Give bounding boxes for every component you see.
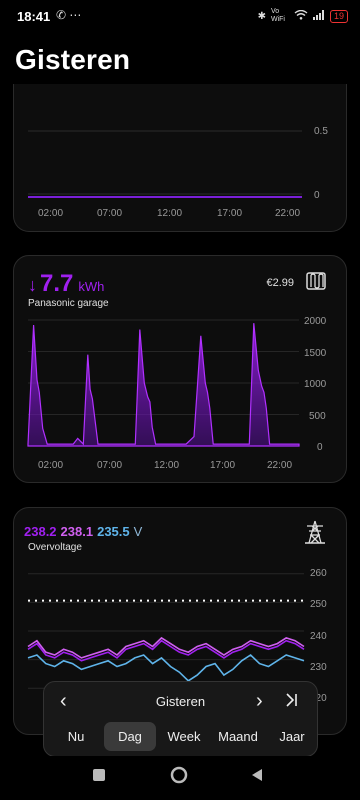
page-title: Gisteren bbox=[15, 44, 131, 75]
x-tick: 02:00 bbox=[38, 208, 63, 219]
chart-top: 0.5 0 02:00 07:00 12:00 17:00 22:00 bbox=[28, 126, 328, 219]
wifi-icon bbox=[294, 9, 308, 23]
vowifi-label: Vo WiFi bbox=[270, 8, 285, 23]
back-icon[interactable] bbox=[250, 768, 264, 787]
status-icons: ✱ Vo WiFi 19 bbox=[258, 8, 348, 24]
x-tick: 07:00 bbox=[97, 208, 122, 219]
y-tick: 500 bbox=[309, 411, 326, 422]
y-tick: 0.5 bbox=[314, 126, 328, 137]
tab-nu[interactable]: Nu bbox=[50, 722, 102, 751]
x-tick: 17:00 bbox=[217, 208, 242, 219]
tab-week[interactable]: Week bbox=[158, 722, 210, 751]
recents-icon[interactable] bbox=[92, 768, 106, 787]
x-tick: 07:00 bbox=[97, 460, 122, 471]
y-tick: 2000 bbox=[304, 316, 327, 327]
home-icon[interactable] bbox=[170, 766, 188, 789]
power-chart: 2000 1500 1000 500 0 02:00 07:00 12:00 1… bbox=[27, 316, 327, 471]
y-tick: 260 bbox=[310, 568, 327, 579]
y-tick: 1000 bbox=[304, 379, 327, 390]
whatsapp-icon: ✆ ⋯ bbox=[56, 8, 82, 22]
y-tick: 250 bbox=[310, 599, 327, 610]
y-tick: 0 bbox=[317, 442, 323, 453]
tab-dag[interactable]: Dag bbox=[104, 722, 156, 751]
x-tick: 17:00 bbox=[210, 460, 235, 471]
energy-card-top[interactable]: 0.5 0 02:00 07:00 12:00 17:00 22:00 bbox=[13, 84, 347, 232]
date-range-selector: ‹ Gisteren › Nu Dag Week Maand Jaar bbox=[43, 681, 318, 757]
bluetooth-icon: ✱ bbox=[257, 10, 266, 22]
period-tabs: Nu Dag Week Maand Jaar bbox=[50, 722, 318, 751]
next-period-button[interactable]: › bbox=[256, 690, 263, 713]
x-tick: 12:00 bbox=[157, 208, 182, 219]
period-title: Gisteren bbox=[155, 694, 206, 709]
voltage-series-3 bbox=[27, 653, 305, 682]
y-tick: 1500 bbox=[304, 348, 327, 359]
x-tick: 22:00 bbox=[267, 460, 292, 471]
y-tick: 230 bbox=[310, 662, 327, 673]
power-area-series bbox=[27, 323, 300, 447]
x-tick: 22:00 bbox=[275, 208, 300, 219]
x-tick: 02:00 bbox=[38, 460, 63, 471]
y-tick: 0 bbox=[314, 190, 320, 201]
signal-icon bbox=[312, 9, 325, 23]
panasonic-garage-card[interactable]: ↓ 7.7 kWh Panasonic garage €2.99 2000 15… bbox=[13, 255, 347, 483]
tab-jaar[interactable]: Jaar bbox=[266, 722, 318, 751]
system-nav-bar bbox=[0, 756, 360, 800]
y-tick: 240 bbox=[310, 631, 327, 642]
x-tick: 12:00 bbox=[154, 460, 179, 471]
battery-icon: 19 bbox=[329, 9, 348, 23]
skip-to-latest-icon[interactable] bbox=[284, 692, 298, 713]
status-bar: 18:41 ✆ ⋯ ✱ Vo WiFi 19 bbox=[0, 0, 360, 34]
status-time: 18:41 bbox=[17, 9, 51, 24]
tab-maand[interactable]: Maand bbox=[212, 722, 264, 751]
